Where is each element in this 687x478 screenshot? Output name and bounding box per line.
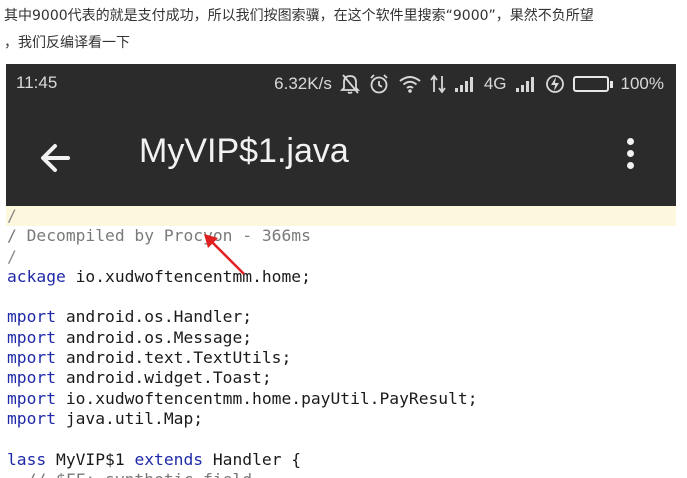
import-path: io.xudwoftencentmm.home.payUtil.PayResul… bbox=[56, 388, 478, 408]
keyword: mport bbox=[7, 388, 57, 408]
status-icons: 6.32K/s 4G 100% bbox=[274, 70, 664, 98]
code-view: / / Decompiled by Procyon - 366ms / acka… bbox=[6, 206, 676, 478]
keyword: mport bbox=[7, 408, 57, 428]
code-line-import: mport android.widget.Toast; bbox=[6, 368, 676, 388]
keyword: mport bbox=[7, 327, 57, 347]
phone-screenshot: 11:45 6.32K/s 4G 100% MyVIP$1.java / / D… bbox=[6, 64, 676, 478]
code-line-import: mport android.text.TextUtils; bbox=[6, 348, 676, 368]
keyword: mport bbox=[7, 368, 57, 388]
signal-icon bbox=[454, 75, 476, 93]
code-line: / bbox=[7, 246, 17, 266]
article-line-1: 其中9000代表的就是支付成功，所以我们按图索骥，在这个软件里搜索“9000”，… bbox=[4, 8, 594, 24]
code-line-field-comment: // $FF: synthetic field bbox=[6, 470, 676, 478]
arrow-back-icon[interactable] bbox=[34, 136, 82, 180]
status-bar: 11:45 6.32K/s 4G 100% bbox=[6, 64, 676, 104]
code-line-import: mport io.xudwoftencentmm.home.payUtil.Pa… bbox=[6, 389, 676, 409]
code-line-decompiled-note: / Decompiled by Procyon - 366ms bbox=[7, 226, 311, 246]
code-line-import: mport android.os.Message; bbox=[6, 328, 676, 348]
code-line-class: lass MyVIP$1 extends Handler { bbox=[6, 450, 676, 470]
data-transfer-icon bbox=[430, 74, 446, 94]
charging-icon bbox=[545, 74, 565, 94]
keyword: ackage bbox=[7, 266, 66, 286]
file-title: MyVIP$1.java bbox=[139, 132, 349, 170]
keyword: mport bbox=[7, 307, 57, 327]
import-path: android.os.Message; bbox=[56, 327, 253, 347]
import-path: android.text.TextUtils; bbox=[56, 348, 292, 368]
signal-icon-2 bbox=[515, 75, 537, 93]
code-line: / bbox=[6, 206, 676, 227]
more-vertical-icon[interactable] bbox=[618, 134, 642, 178]
import-path: android.os.Handler; bbox=[56, 307, 253, 327]
app-toolbar: MyVIP$1.java bbox=[6, 104, 676, 206]
code-line-import: mport java.util.Map; bbox=[6, 409, 676, 429]
class-rest: Handler { bbox=[203, 449, 302, 469]
article-text: 其中9000代表的就是支付成功，所以我们按图索骥，在这个软件里搜索“9000”，… bbox=[4, 3, 680, 57]
wifi-icon bbox=[398, 74, 422, 94]
code-line-package: ackage io.xudwoftencentmm.home; bbox=[6, 267, 676, 287]
code-line-import: mport android.os.Handler; bbox=[6, 307, 676, 327]
import-path: java.util.Map; bbox=[56, 408, 204, 428]
annotation-arrow-icon bbox=[204, 234, 245, 275]
status-time: 11:45 bbox=[16, 73, 58, 92]
battery-percent: 100% bbox=[620, 74, 664, 93]
network-speed: 6.32K/s bbox=[274, 74, 332, 93]
battery-icon bbox=[572, 76, 613, 92]
bell-muted-icon bbox=[339, 73, 360, 95]
package-name: io.xudwoftencentmm.home; bbox=[65, 266, 311, 286]
article-line-2: ，我们反编译看一下 bbox=[4, 35, 130, 51]
network-type: 4G bbox=[483, 74, 507, 93]
keyword: lass bbox=[7, 449, 47, 469]
alarm-clock-icon bbox=[368, 73, 390, 95]
keyword: extends bbox=[134, 449, 204, 469]
keyword: mport bbox=[7, 348, 57, 368]
class-name: MyVIP$1 bbox=[46, 449, 135, 469]
import-path: android.widget.Toast; bbox=[56, 368, 272, 388]
